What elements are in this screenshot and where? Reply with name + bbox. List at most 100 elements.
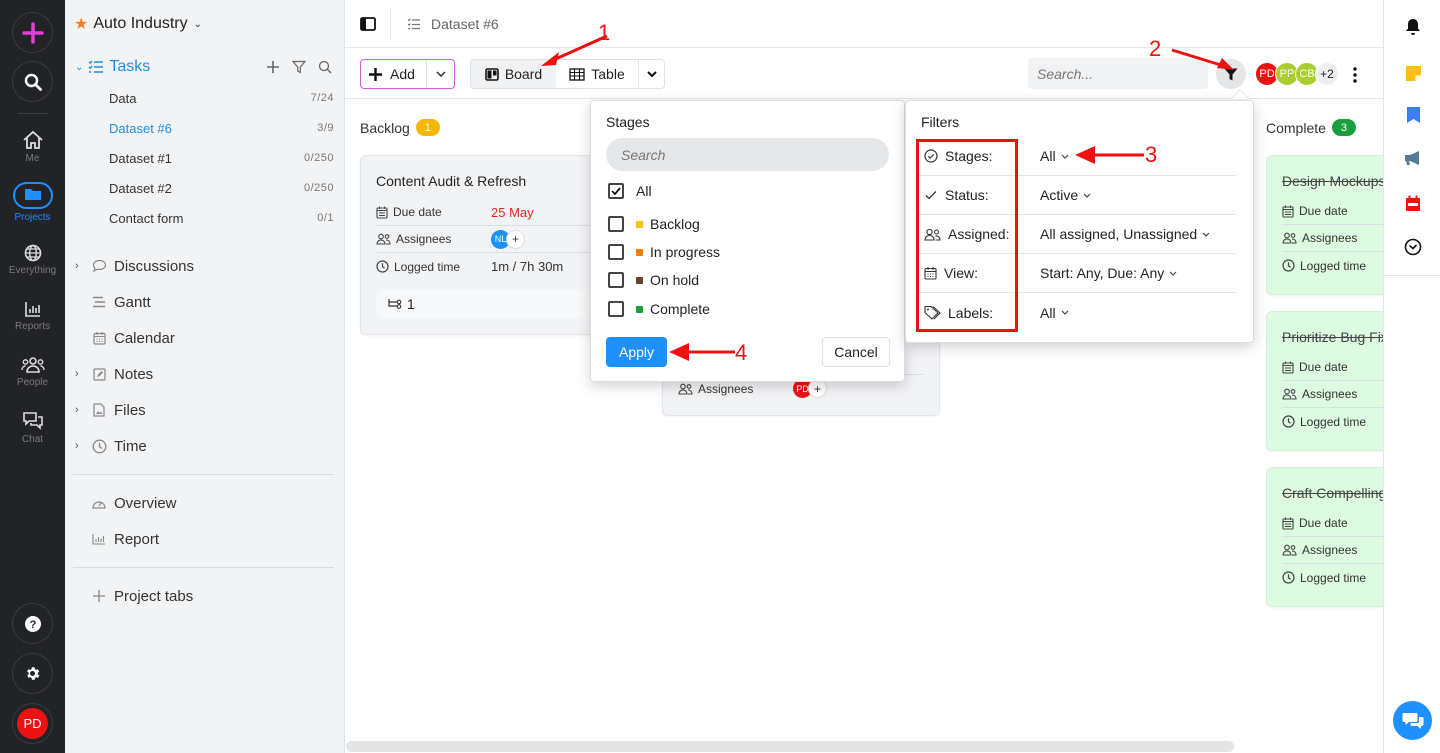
column-title: Backlog — [360, 119, 410, 136]
globe-icon — [24, 244, 41, 262]
add-project-tab-button[interactable]: Project tabs — [75, 584, 334, 608]
announcements-button[interactable] — [1402, 147, 1424, 169]
filter-value: All — [1040, 148, 1056, 164]
task-list-item[interactable]: Dataset #1 0/250 — [109, 148, 334, 168]
nav-label: Project tabs — [114, 587, 194, 605]
task-card[interactable]: Content Audit & Refresh Due date 25 May … — [360, 155, 600, 335]
filter-icon[interactable] — [292, 60, 306, 74]
logged-time-row: Logged time 1m / 7h 30m — [376, 253, 599, 280]
task-list-icon — [407, 18, 420, 29]
sidebar-item-files[interactable]: › Files — [75, 398, 334, 422]
top-bar: Dataset #6 — [345, 0, 1383, 48]
rail-item-projects[interactable]: Projects — [0, 182, 65, 223]
task-list-item[interactable]: Contact form 0/1 — [109, 208, 334, 228]
sidebar-item-tasks[interactable]: ⌄ Tasks — [75, 57, 332, 77]
global-search-button[interactable] — [12, 61, 53, 102]
filter-value: All — [1040, 304, 1056, 321]
bookmarks-button[interactable] — [1402, 104, 1424, 126]
calendar-button[interactable] — [1402, 192, 1424, 214]
search-icon[interactable] — [318, 60, 332, 74]
more-members[interactable]: +2 — [1315, 62, 1339, 86]
notes-icon — [92, 367, 106, 381]
chevron-down-icon: ⌄ — [75, 61, 84, 73]
add-button[interactable]: Add — [361, 60, 427, 88]
add-assignee-button[interactable]: + — [506, 229, 525, 249]
support-chat-button[interactable] — [1393, 701, 1432, 740]
new-button[interactable] — [12, 12, 53, 53]
task-card[interactable]: Prioritize Bug Fixes Due date Assignees … — [1266, 311, 1383, 451]
subtasks-bar[interactable]: 1 — [376, 289, 599, 319]
chevron-down-icon — [1061, 310, 1068, 315]
chat-icon — [22, 412, 43, 430]
chevron-down-icon — [646, 70, 657, 77]
horizontal-scrollbar[interactable] — [346, 741, 1234, 752]
field-label: Assignees — [1302, 387, 1358, 401]
clock-icon — [376, 260, 389, 273]
stage-color-dot — [636, 220, 643, 228]
sidebar-item-discussions[interactable]: › Discussions — [75, 254, 334, 278]
rail-item-chat[interactable]: Chat — [0, 411, 65, 445]
task-card[interactable]: Design Mockups Due date Assignees Logged… — [1266, 155, 1383, 295]
stage-search-input[interactable] — [606, 138, 889, 171]
help-button[interactable]: ? — [12, 603, 53, 644]
stage-option[interactable]: Backlog — [608, 213, 700, 235]
nav-label: Discussions — [114, 257, 195, 275]
rail-item-everything[interactable]: Everything — [0, 244, 65, 276]
chevron-down-icon: ⌄ — [193, 18, 203, 30]
sidebar-item-time[interactable]: › Time — [75, 434, 334, 458]
cancel-button[interactable]: Cancel — [822, 337, 890, 367]
task-card[interactable]: Craft Compelling Due date Assignees Logg… — [1266, 467, 1383, 607]
column-count-badge: 1 — [415, 119, 440, 136]
task-list-icon — [88, 60, 104, 73]
stage-option[interactable]: Complete — [608, 298, 710, 320]
chevron-right-icon: › — [75, 440, 79, 452]
sidebar-item-overview[interactable]: Overview — [75, 491, 334, 515]
sidebar-item-report[interactable]: Report — [75, 527, 334, 551]
time-tracker-button[interactable] — [1402, 236, 1424, 258]
sidebar-item-gantt[interactable]: Gantt — [75, 290, 334, 314]
apply-button[interactable]: Apply — [606, 337, 667, 367]
notifications-button[interactable] — [1402, 16, 1424, 38]
breadcrumb: Dataset #6 — [431, 15, 499, 32]
field-label: Assignees — [1302, 543, 1358, 557]
add-dropdown-button[interactable] — [427, 71, 454, 77]
checkbox-checked[interactable] — [608, 183, 624, 199]
file-icon — [93, 403, 105, 417]
more-vertical-icon[interactable] — [1353, 67, 1357, 83]
rail-item-me[interactable]: Me — [0, 130, 65, 164]
bookmark-icon — [1406, 107, 1420, 123]
sidebar-toggle-icon[interactable] — [360, 16, 376, 31]
task-list-item[interactable]: Data 7/24 — [109, 88, 334, 108]
stage-option-all[interactable]: All — [608, 180, 652, 202]
filter-value: All assigned, Unassigned — [1040, 226, 1198, 242]
star-icon: ★ — [74, 16, 89, 33]
gauge-icon — [92, 501, 106, 509]
divider — [73, 567, 334, 568]
sidebar-item-calendar[interactable]: Calendar — [75, 326, 334, 350]
rail-item-people[interactable]: People — [0, 356, 65, 388]
checkbox[interactable] — [608, 272, 624, 288]
settings-button[interactable] — [12, 653, 53, 694]
add-task-list-icon[interactable] — [266, 60, 280, 74]
task-list-item[interactable]: Dataset #6 3/9 — [109, 118, 334, 138]
nav-label: Report — [114, 530, 160, 548]
assignees-row: Assignees — [1282, 537, 1383, 564]
stage-option[interactable]: In progress — [608, 241, 720, 263]
divider — [73, 474, 334, 475]
user-menu-button[interactable]: PD — [12, 703, 53, 744]
stage-option[interactable]: On hold — [608, 269, 699, 291]
sticky-notes-button[interactable] — [1402, 62, 1424, 84]
checkbox[interactable] — [608, 216, 624, 232]
project-switcher[interactable]: ★ Auto Industry ⌄ — [74, 14, 202, 34]
sidebar-item-notes[interactable]: › Notes — [75, 362, 334, 386]
checkbox[interactable] — [608, 301, 624, 317]
task-list-item[interactable]: Dataset #2 0/250 — [109, 178, 334, 198]
rail-item-reports[interactable]: Reports — [0, 300, 65, 332]
option-label: On hold — [650, 272, 700, 288]
task-title: Design Mockups — [1282, 173, 1383, 189]
subtask-count: 1 — [407, 296, 415, 312]
view-dropdown-button[interactable] — [638, 60, 664, 88]
folder-icon — [24, 189, 41, 200]
checkbox[interactable] — [608, 244, 624, 260]
nav-label: Time — [114, 437, 147, 455]
